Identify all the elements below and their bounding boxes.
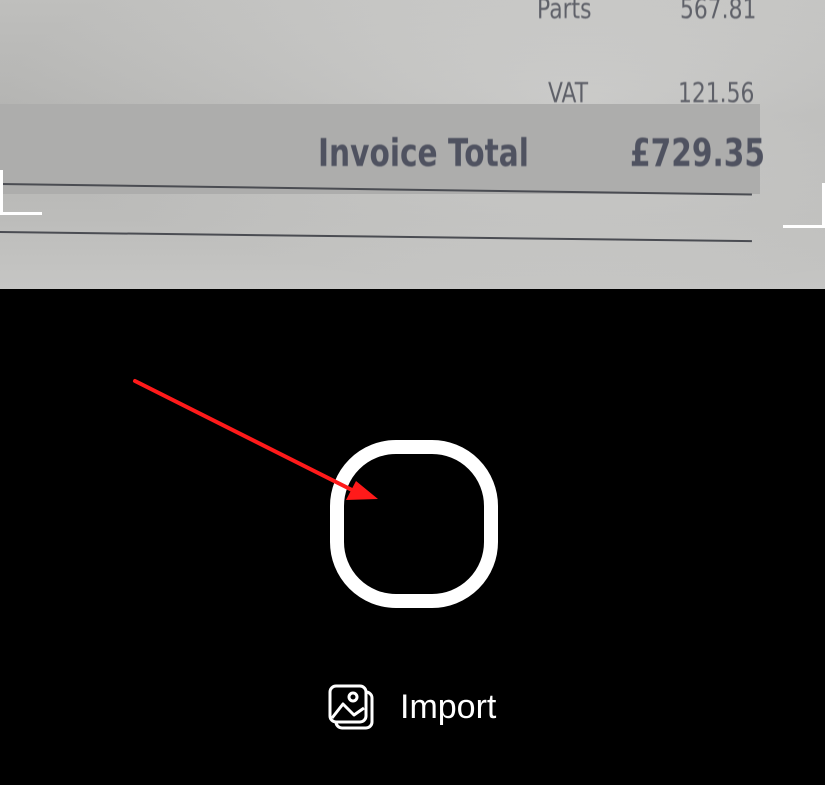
invoice-total-label: Invoice Total [318, 131, 529, 175]
import-button[interactable]: Import [328, 682, 496, 732]
parts-label: Parts [537, 0, 592, 25]
scan-frame-corner-left [0, 212, 42, 215]
annotation-arrow-line [133, 379, 354, 492]
parts-value: 567.81 [680, 0, 757, 25]
vat-value: 121.56 [678, 76, 755, 109]
camera-viewfinder: Parts 567.81 VAT 121.56 Invoice Total £7… [0, 0, 825, 289]
shutter-button[interactable] [330, 440, 498, 608]
scan-frame-corner-right [783, 225, 825, 228]
vat-label: VAT [548, 76, 589, 109]
import-label: Import [400, 688, 497, 726]
camera-scan-screen: Parts 567.81 VAT 121.56 Invoice Total £7… [0, 0, 825, 785]
scan-frame-corner-left [0, 170, 3, 215]
invoice-total-value: £729.35 [630, 131, 766, 175]
photo-library-icon [328, 684, 374, 730]
